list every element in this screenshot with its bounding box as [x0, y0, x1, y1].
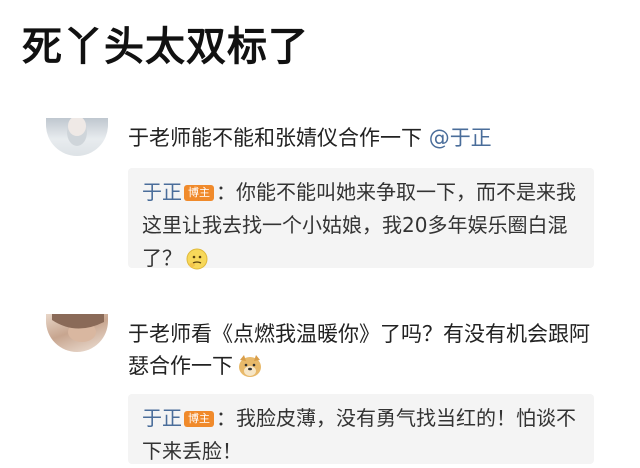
doge-icon	[237, 354, 263, 387]
avatar-photo	[52, 314, 104, 342]
reply-box: 于正 博主 ：你能不能叫她来争取一下，而不是来我这里让我去找一个小姑娘，我20多年娱…	[128, 168, 594, 270]
reply-author[interactable]: 于正	[142, 406, 182, 430]
reply-separator: ：	[216, 406, 236, 430]
reply-box: 于正 博主 ：我脸皮薄，没有勇气找当红的！怕谈不下来丢脸！	[128, 394, 594, 464]
reply-separator: ：	[216, 180, 236, 204]
mention-link[interactable]: @于正	[429, 126, 492, 150]
avatar[interactable]	[46, 118, 108, 156]
author-badge: 博主	[184, 411, 214, 427]
reply-author[interactable]: 于正	[142, 180, 182, 204]
thinking-face-icon	[186, 247, 208, 280]
avatar-photo	[67, 118, 87, 146]
comment-body: 于老师能不能和张婧仪合作一下	[128, 126, 422, 150]
avatar[interactable]	[46, 314, 108, 352]
author-badge: 博主	[184, 185, 214, 201]
headline: 死丫头太双标了	[22, 24, 309, 70]
comment-text: 于老师看《点燃我温暖你》了吗？有没有机会跟阿瑟合作一下	[128, 318, 608, 387]
comment-text: 于老师能不能和张婧仪合作一下 @于正	[128, 122, 608, 154]
comment-body: 于老师看《点燃我温暖你》了吗？有没有机会跟阿瑟合作一下	[128, 322, 590, 378]
